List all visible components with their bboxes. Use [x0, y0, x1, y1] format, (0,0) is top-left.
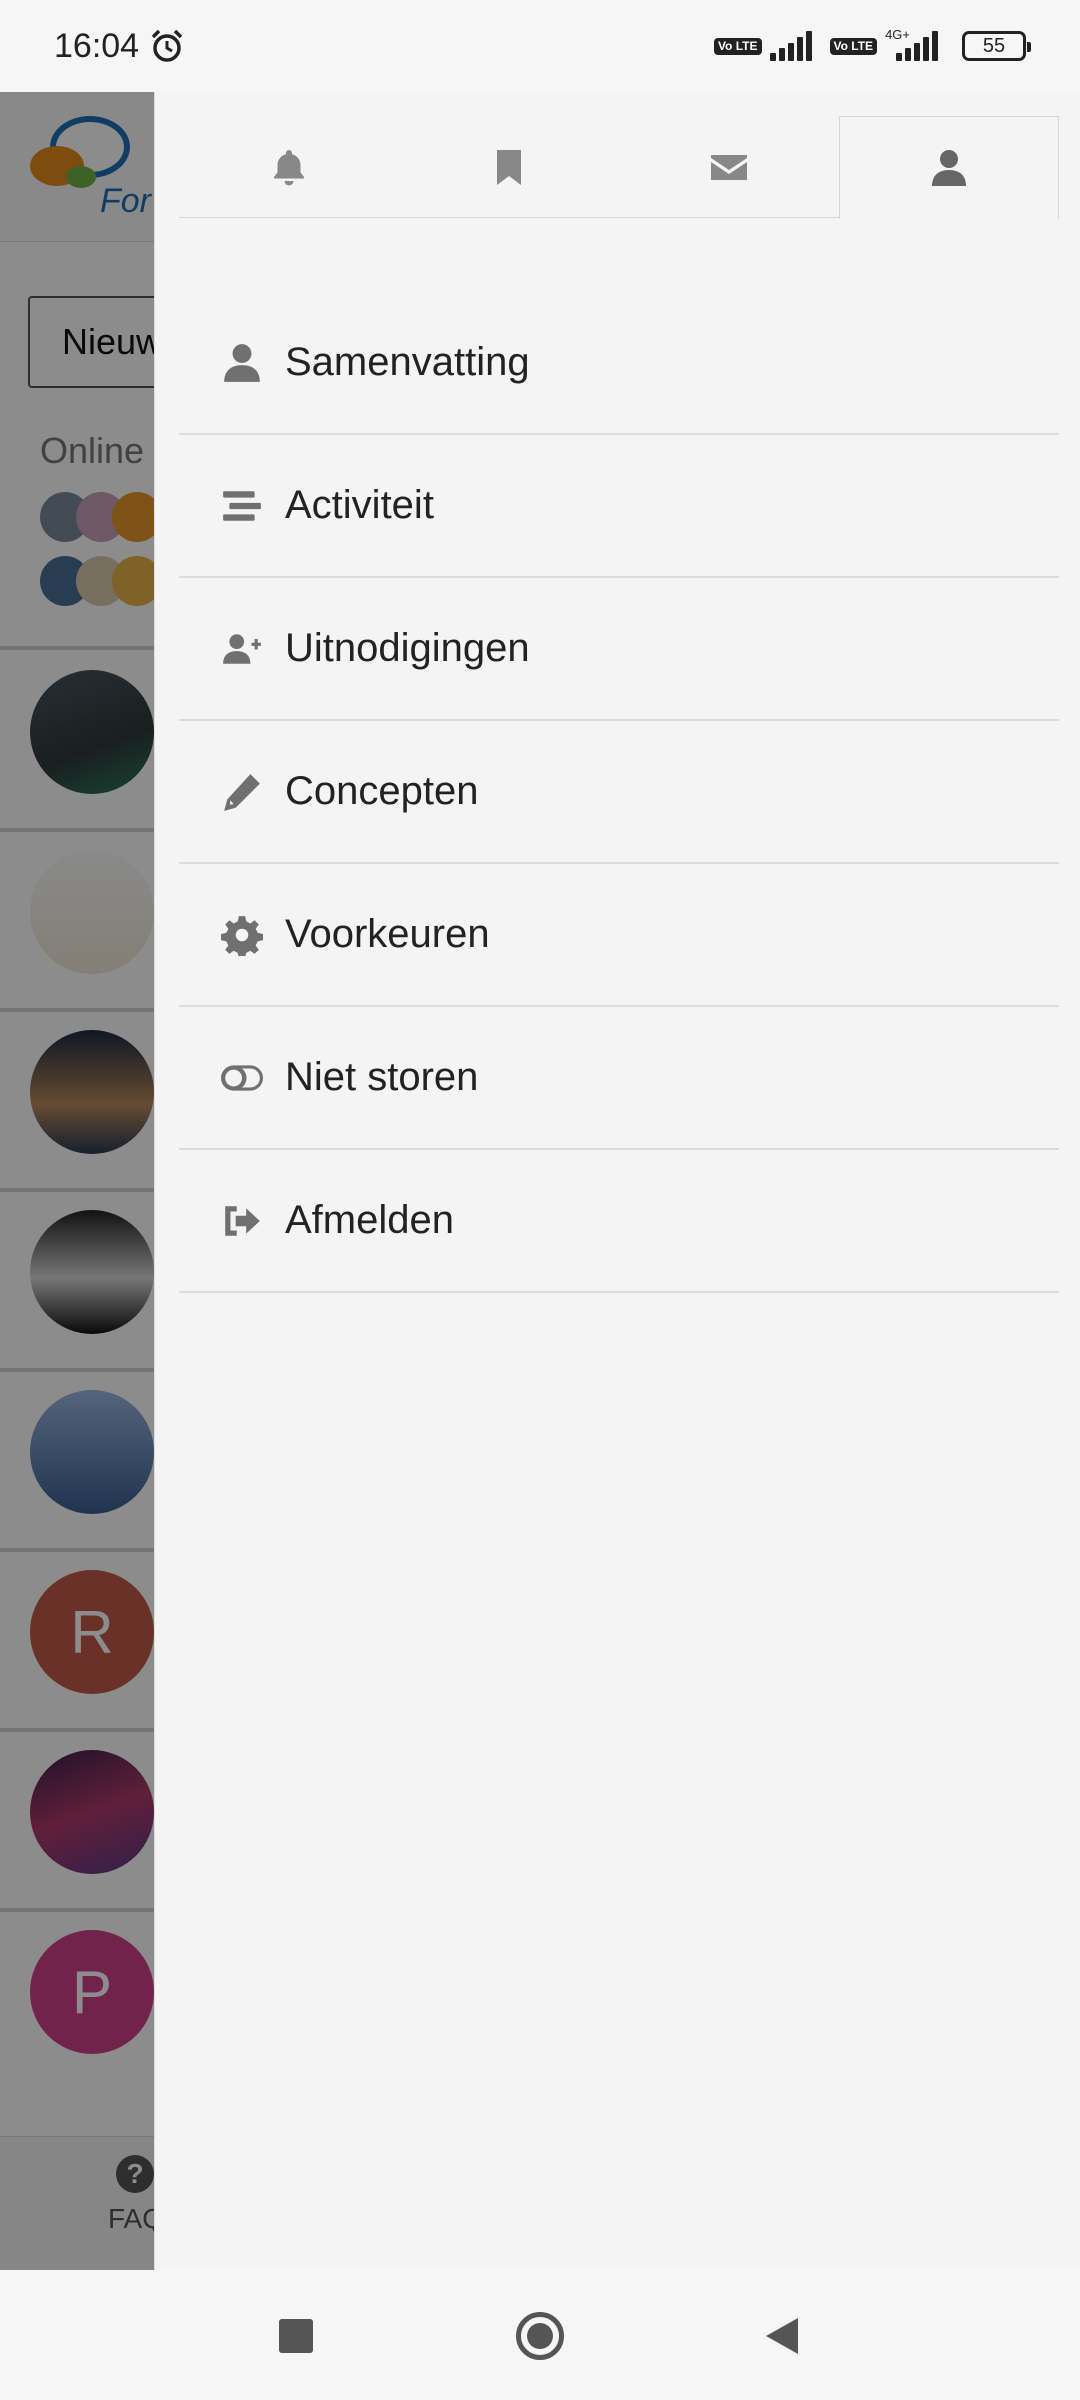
menu-item-label: Samenvatting	[285, 340, 530, 384]
menu-item-label: Niet storen	[285, 1055, 479, 1099]
volte-badge-2: Vo LTE	[829, 37, 878, 55]
menu-item-afmelden[interactable]: Afmelden	[179, 1150, 1059, 1293]
network-type: 4G+	[885, 26, 910, 42]
menu-item-niet-storen[interactable]: Niet storen	[179, 1007, 1059, 1150]
status-time: 16:04	[54, 26, 140, 65]
user-menu: Samenvatting Activiteit Uitnodigingen Co…	[179, 292, 1059, 1293]
tab-notifications[interactable]	[179, 116, 399, 218]
tab-messages[interactable]	[619, 116, 839, 218]
user-icon	[224, 343, 260, 382]
bookmark-icon	[497, 150, 521, 185]
menu-item-uitnodigingen[interactable]: Uitnodigingen	[179, 578, 1059, 721]
user-plus-icon	[223, 633, 261, 664]
system-nav-bar	[0, 2270, 1080, 2400]
menu-item-label: Voorkeuren	[285, 912, 490, 956]
battery-icon: 55	[962, 31, 1031, 61]
tab-profile[interactable]	[839, 116, 1059, 219]
pencil-icon	[224, 773, 260, 811]
circle-icon	[516, 2312, 564, 2360]
user-icon	[932, 149, 966, 186]
cog-icon	[221, 915, 263, 956]
menu-item-concepten[interactable]: Concepten	[179, 721, 1059, 864]
recents-button[interactable]	[266, 2306, 326, 2366]
stream-icon	[223, 490, 261, 521]
status-indicators: Vo LTE Vo LTE 4G+ 55	[713, 27, 1031, 61]
drawer-tabs	[179, 116, 1059, 219]
menu-item-label: Activiteit	[285, 483, 434, 527]
back-button[interactable]	[752, 2306, 812, 2366]
volte-badge-1: Vo LTE	[713, 37, 762, 55]
user-menu-drawer: Samenvatting Activiteit Uitnodigingen Co…	[154, 92, 1080, 2270]
signal-icon-1	[769, 31, 812, 61]
menu-item-voorkeuren[interactable]: Voorkeuren	[179, 864, 1059, 1007]
triangle-back-icon	[766, 2318, 798, 2354]
menu-item-label: Uitnodigingen	[285, 626, 530, 670]
toggle-off-icon	[221, 1064, 263, 1091]
menu-item-activiteit[interactable]: Activiteit	[179, 435, 1059, 578]
alarm-icon	[151, 29, 183, 62]
sign-out-icon	[225, 1205, 260, 1236]
bell-icon	[274, 150, 304, 186]
tab-bookmarks[interactable]	[399, 116, 619, 218]
home-button[interactable]	[510, 2306, 570, 2366]
menu-item-label: Afmelden	[285, 1198, 454, 1242]
square-icon	[279, 2319, 313, 2353]
envelope-icon	[711, 155, 747, 180]
menu-item-label: Concepten	[285, 769, 479, 813]
status-bar: 16:04 Vo LTE Vo LTE 4G+ 55	[0, 0, 1080, 92]
menu-item-samenvatting[interactable]: Samenvatting	[179, 292, 1059, 435]
